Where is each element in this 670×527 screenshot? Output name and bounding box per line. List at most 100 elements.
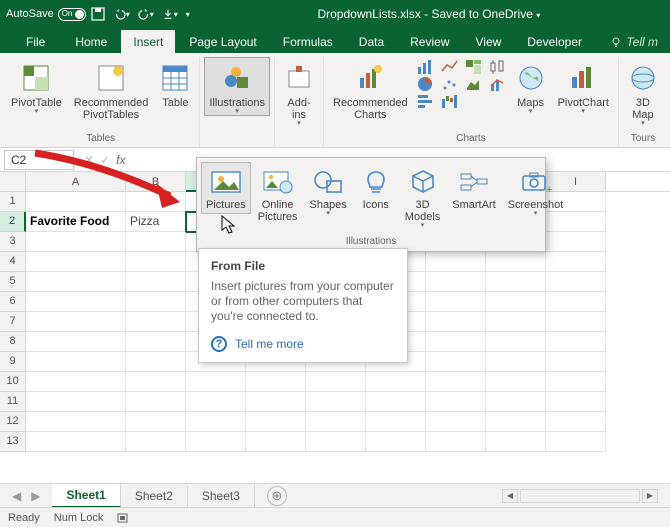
cell[interactable] (366, 372, 426, 392)
cell[interactable] (186, 372, 246, 392)
cell[interactable] (546, 272, 606, 292)
tab-developer[interactable]: Developer (515, 30, 594, 53)
cell[interactable] (426, 432, 486, 452)
cell[interactable] (366, 392, 426, 412)
cell[interactable] (26, 392, 126, 412)
cell[interactable] (426, 392, 486, 412)
cell[interactable] (246, 392, 306, 412)
cell[interactable] (26, 412, 126, 432)
tab-view[interactable]: View (464, 30, 514, 53)
row-header[interactable]: 2 (0, 212, 26, 232)
cell[interactable] (366, 412, 426, 432)
online-pictures-button[interactable]: Online Pictures (253, 162, 303, 226)
cell[interactable]: Favorite Food (26, 212, 126, 232)
cell[interactable] (546, 332, 606, 352)
sheet-tab-3[interactable]: Sheet3 (188, 485, 255, 507)
cell[interactable] (546, 312, 606, 332)
cell[interactable] (426, 252, 486, 272)
cell[interactable] (486, 412, 546, 432)
save-icon[interactable] (90, 6, 106, 22)
cell[interactable] (306, 392, 366, 412)
cell[interactable] (306, 372, 366, 392)
cell[interactable] (186, 392, 246, 412)
cell[interactable] (426, 352, 486, 372)
touch-mode-icon[interactable]: ▾ (162, 6, 178, 22)
cell[interactable] (246, 372, 306, 392)
cell[interactable] (126, 432, 186, 452)
tooltip-tell-me-more[interactable]: ? Tell me more (211, 336, 395, 352)
cell[interactable] (426, 292, 486, 312)
cell[interactable] (126, 372, 186, 392)
undo-icon[interactable]: ▾ (114, 6, 130, 22)
pie-chart-icon[interactable] (417, 76, 435, 92)
maps-button[interactable]: Maps▾ (511, 57, 551, 116)
recommended-charts-button[interactable]: Recommended Charts (328, 57, 413, 122)
cell[interactable] (426, 372, 486, 392)
cell[interactable] (486, 432, 546, 452)
cell[interactable] (26, 252, 126, 272)
horizontal-scrollbar[interactable]: ◀ ▶ (287, 489, 662, 503)
cell[interactable] (486, 332, 546, 352)
cell[interactable] (426, 412, 486, 432)
cell[interactable] (246, 412, 306, 432)
cell[interactable] (486, 292, 546, 312)
cell[interactable] (426, 332, 486, 352)
cell[interactable] (546, 392, 606, 412)
cell[interactable]: Pizza (126, 212, 186, 232)
sheet-tab-2[interactable]: Sheet2 (121, 485, 188, 507)
cell[interactable] (186, 432, 246, 452)
cell[interactable] (486, 312, 546, 332)
tab-formulas[interactable]: Formulas (271, 30, 345, 53)
illustrations-button[interactable]: Illustrations▾ (204, 57, 270, 116)
cell[interactable] (546, 412, 606, 432)
scroll-right-icon[interactable]: ▶ (642, 489, 658, 503)
combo-chart-icon[interactable] (489, 76, 507, 92)
cell[interactable] (126, 192, 186, 212)
tell-me-search[interactable]: Tell m (598, 30, 670, 53)
row-header[interactable]: 9 (0, 352, 26, 372)
cell[interactable] (26, 272, 126, 292)
pictures-button[interactable]: Pictures (201, 162, 251, 214)
cell[interactable] (26, 432, 126, 452)
tab-insert[interactable]: Insert (121, 30, 175, 53)
qat-customize-icon[interactable]: ▾ (186, 10, 190, 19)
cell[interactable] (546, 372, 606, 392)
cell[interactable] (26, 332, 126, 352)
cell[interactable] (126, 412, 186, 432)
row-header[interactable]: 4 (0, 252, 26, 272)
sheet-nav-next-icon[interactable]: ▶ (27, 487, 44, 505)
sheet-tab-1[interactable]: Sheet1 (52, 484, 120, 508)
row-header[interactable]: 12 (0, 412, 26, 432)
pivotchart-button[interactable]: PivotChart▾ (553, 57, 614, 116)
tab-review[interactable]: Review (398, 30, 461, 53)
cell[interactable] (26, 312, 126, 332)
row-header[interactable]: 13 (0, 432, 26, 452)
cell[interactable] (126, 272, 186, 292)
cell[interactable] (486, 372, 546, 392)
smartart-button[interactable]: SmartArt (447, 162, 500, 214)
cell[interactable] (546, 352, 606, 372)
cell[interactable] (26, 372, 126, 392)
tab-page-layout[interactable]: Page Layout (177, 30, 268, 53)
scroll-left-icon[interactable]: ◀ (502, 489, 518, 503)
cell[interactable] (186, 412, 246, 432)
col-header-a[interactable]: A (26, 172, 126, 191)
cell[interactable] (126, 252, 186, 272)
surface-chart-icon[interactable] (465, 76, 483, 92)
cell[interactable] (426, 272, 486, 292)
3d-models-button[interactable]: 3D Models▾ (400, 162, 445, 232)
row-header[interactable]: 7 (0, 312, 26, 332)
waterfall-chart-icon[interactable] (441, 93, 459, 109)
screenshot-button[interactable]: + Screenshot▾ (503, 162, 569, 220)
shapes-button[interactable]: Shapes▾ (304, 162, 351, 220)
cell[interactable] (546, 292, 606, 312)
row-header[interactable]: 8 (0, 332, 26, 352)
cell[interactable] (486, 272, 546, 292)
cell[interactable] (26, 352, 126, 372)
row-header[interactable]: 6 (0, 292, 26, 312)
cell[interactable] (486, 252, 546, 272)
autosave-toggle[interactable]: AutoSave On (6, 8, 86, 21)
row-header[interactable]: 1 (0, 192, 26, 212)
cell[interactable] (126, 232, 186, 252)
name-box[interactable]: C2▾ (4, 150, 74, 170)
